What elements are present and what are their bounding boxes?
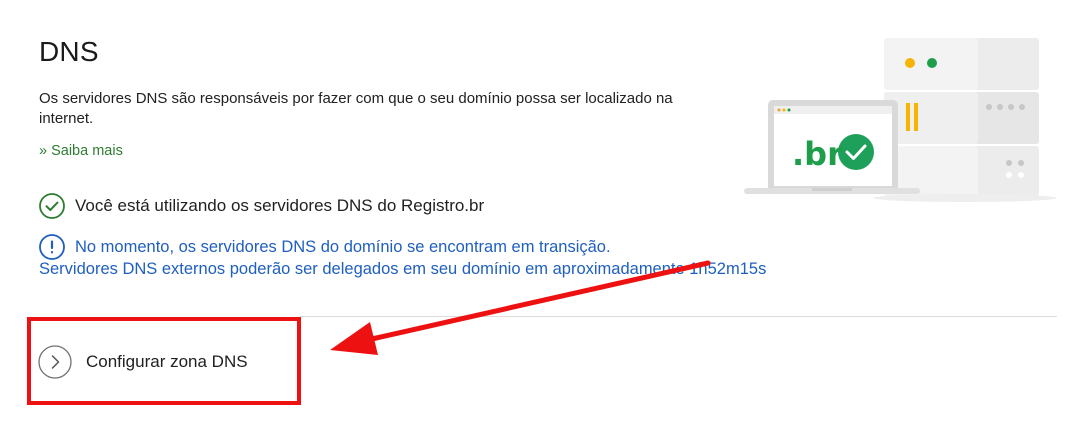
dns-transition-text: No momento, os servidores DNS do domínio… (75, 237, 611, 256)
dns-external-delegation-text: Servidores DNS externos poderão ser dele… (39, 260, 767, 278)
dns-illustration: .br (740, 30, 1060, 205)
dns-status-ok: Você está utilizando os servidores DNS d… (39, 193, 484, 219)
page-title: DNS (39, 36, 99, 67)
server-stack-illustration (873, 38, 1057, 202)
br-logo: .br (792, 135, 843, 173)
check-circle-icon (39, 193, 65, 219)
saiba-mais-link[interactable]: » Saiba mais (39, 143, 123, 159)
dns-status-ok-text: Você está utilizando os servidores DNS d… (75, 196, 485, 215)
info-circle-icon (39, 234, 65, 260)
dns-transition-notice: No momento, os servidores DNS do domínio… (39, 234, 611, 260)
annotation-highlight-box (27, 317, 301, 405)
section-divider (300, 316, 1057, 317)
dns-description: Os servidores DNS são responsáveis por f… (39, 90, 673, 127)
